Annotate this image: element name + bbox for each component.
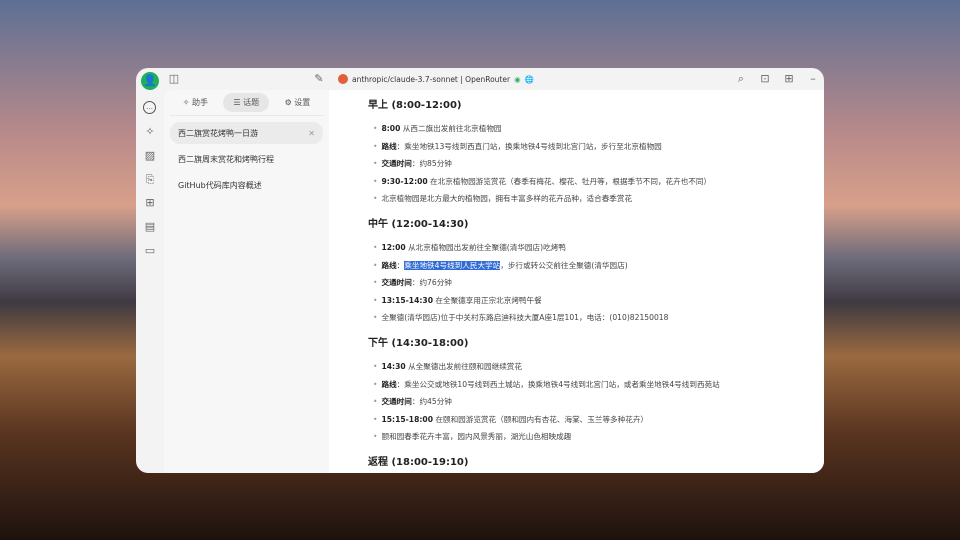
list-item: 8:00 从西二旗出发前往北京植物园	[373, 123, 502, 134]
list-item: 12:00 从北京植物园出发前往全聚德(清华园店)吃烤鸭	[373, 242, 566, 253]
tab-assistant[interactable]: ✧ 助手	[173, 93, 218, 112]
item-text: 在全聚德享用正宗北京烤鸭午餐	[432, 295, 542, 305]
image-icon[interactable]: ▨	[143, 149, 157, 163]
section-heading: 返程 (18:00-19:10)	[368, 457, 469, 468]
search-icon[interactable]: ⌕	[734, 72, 748, 86]
list-item: 路线：乘坐地铁4号线到人民大学站，步行或转公交前往全聚德(清华园店)	[373, 260, 628, 271]
item-label: 路线	[381, 379, 397, 389]
list-item: 交通时间：约45分钟	[373, 396, 452, 407]
list-item: 北京植物园是北方最大的植物园，拥有丰富多样的花卉品种，适合春季赏花	[373, 193, 632, 204]
vision-icon: ◉	[514, 74, 521, 84]
item-label: 交通时间	[381, 278, 412, 288]
assistant-icon[interactable]: ✧	[143, 125, 157, 139]
item-text: 全聚德(清华园店)位于中关村东路启迪科技大厦A座1层101，电话：(010)82…	[381, 313, 669, 323]
knowledge-icon[interactable]: ▤	[143, 220, 157, 234]
section-heading: 早上 (8:00-12:00)	[368, 100, 462, 111]
item-label: 15:15-18:00	[381, 414, 433, 424]
topic-label: 西二旗赏花烤鸭一日游	[178, 128, 258, 138]
section-heading: 下午 (14:30-18:00)	[368, 338, 469, 349]
model-name: anthropic/claude-3.7-sonnet | OpenRouter	[352, 74, 511, 84]
item-text: 在北京植物园游览赏花（春季有梅花、樱花、牡丹等，根据季节不同，花卉也不同）	[427, 176, 712, 186]
item-text: ：乘坐地铁13号线到西直门站，换乘地铁4号线到北宫门站，步行至北京植物园	[396, 141, 662, 151]
apps-icon[interactable]: ⊞	[143, 196, 157, 210]
item-text: 从西二旗出发前往北京植物园	[400, 124, 502, 133]
topic-item[interactable]: GitHub代码库内容概述	[170, 174, 323, 196]
item-text: 从全聚德出发前往颐和园继续赏花	[405, 362, 522, 371]
item-label: 路线	[381, 260, 397, 270]
item-label: 12:00	[381, 243, 406, 252]
tab-settings[interactable]: ⚙ 设置	[275, 93, 321, 112]
folder-icon[interactable]: ▭	[143, 244, 157, 258]
chat-icon[interactable]: …	[143, 101, 156, 114]
item-label: 13:15-14:30	[381, 295, 433, 305]
item-text: 北京植物园是北方最大的植物园，拥有丰富多样的花卉品种，适合春季赏花	[381, 194, 633, 204]
item-label: 交通时间	[381, 159, 412, 169]
message-content: 早上 (8:00-12:00)8:00 从西二旗出发前往北京植物园路线：乘坐地铁…	[329, 90, 824, 473]
selected-text[interactable]: 乘坐地铁4号线到人民大学站	[404, 260, 501, 270]
item-text: ：约45分钟	[411, 397, 452, 407]
topic-label: 西二旗周末赏花和烤鸭行程	[178, 154, 274, 164]
list-item: 路线：乘坐公交或地铁10号线到西土城站，换乘地铁4号线到北宫门站，或者乘坐地铁4…	[373, 379, 720, 390]
item-label: 14:30	[381, 362, 406, 371]
expand-icon[interactable]: ⊡	[758, 72, 772, 86]
nav-rail: 👤 … ✧ ▨ ⎘ ⊞ ▤ ▭	[136, 68, 164, 473]
model-selector[interactable]: anthropic/claude-3.7-sonnet | OpenRouter…	[338, 74, 534, 84]
minimize-icon[interactable]: –	[806, 72, 820, 86]
item-text: ：约85分钟	[411, 159, 452, 169]
item-text: 颐和园春季花卉丰富，园内风景秀丽，湖光山色相映成趣	[381, 432, 572, 442]
translate-icon[interactable]: ⎘	[143, 173, 157, 187]
topic-item[interactable]: 西二旗赏花烤鸭一日游 ✕	[170, 122, 323, 144]
list-item: 路线：乘坐地铁13号线到西直门站，换乘地铁4号线到北宫门站，步行至北京植物园	[373, 141, 662, 152]
list-item: 全聚德(清华园店)位于中关村东路启迪科技大厦A座1层101，电话：(010)82…	[373, 312, 668, 323]
model-logo-icon	[338, 74, 348, 84]
item-label: 9:30-12:00	[381, 176, 428, 186]
topic-label: GitHub代码库内容概述	[178, 180, 262, 190]
title-bar: ◫ ✎ anthropic/claude-3.7-sonnet | OpenRo…	[136, 68, 824, 90]
app-window: 👤 … ✧ ▨ ⎘ ⊞ ▤ ▭ ◫ ✎ anthropic/claude-3.7…	[136, 68, 824, 473]
grid-icon[interactable]: ⊞	[782, 72, 796, 86]
edit-icon[interactable]: ✎	[312, 72, 326, 86]
close-icon[interactable]: ✕	[308, 129, 315, 138]
item-label: 路线	[381, 141, 397, 151]
item-text: 在颐和园游览赏花（颐和园内有杏花、海棠、玉兰等多种花卉）	[432, 414, 649, 424]
item-label: 交通时间	[381, 397, 412, 407]
list-item: 交通时间：约76分钟	[373, 277, 452, 288]
sidebar-toggle-icon[interactable]: ◫	[167, 72, 181, 86]
item-text: 从北京植物园出发前往全聚德(清华园店)吃烤鸭	[405, 243, 566, 252]
list-item: 14:30 从全聚德出发前往颐和园继续赏花	[373, 361, 522, 372]
item-text: ，步行或转公交前往全聚德(清华园店)	[500, 260, 628, 270]
topic-item[interactable]: 西二旗周末赏花和烤鸭行程	[170, 148, 323, 170]
list-item: 15:15-18:00 在颐和园游览赏花（颐和园内有杏花、海棠、玉兰等多种花卉）	[373, 414, 648, 425]
section-heading: 中午 (12:00-14:30)	[368, 219, 469, 230]
item-text: ：乘坐公交或地铁10号线到西土城站，换乘地铁4号线到北宫门站，或者乘坐地铁4号线…	[396, 379, 720, 389]
web-icon: 🌐	[524, 74, 534, 84]
tab-topics[interactable]: ☰ 话题	[223, 93, 270, 112]
list-item: 13:15-14:30 在全聚德享用正宗北京烤鸭午餐	[373, 295, 542, 306]
item-text: ：约76分钟	[411, 278, 452, 288]
list-item: 9:30-12:00 在北京植物园游览赏花（春季有梅花、樱花、牡丹等，根据季节不…	[373, 176, 711, 187]
item-label: 8:00	[381, 124, 401, 133]
list-item: 交通时间：约85分钟	[373, 158, 452, 169]
list-item: 颐和园春季花卉丰富，园内风景秀丽，湖光山色相映成趣	[373, 431, 571, 442]
topics-panel: ✧ 助手 ☰ 话题 ⚙ 设置 西二旗赏花烤鸭一日游 ✕ 西二旗周末赏花和烤鸭行程 …	[164, 90, 329, 473]
